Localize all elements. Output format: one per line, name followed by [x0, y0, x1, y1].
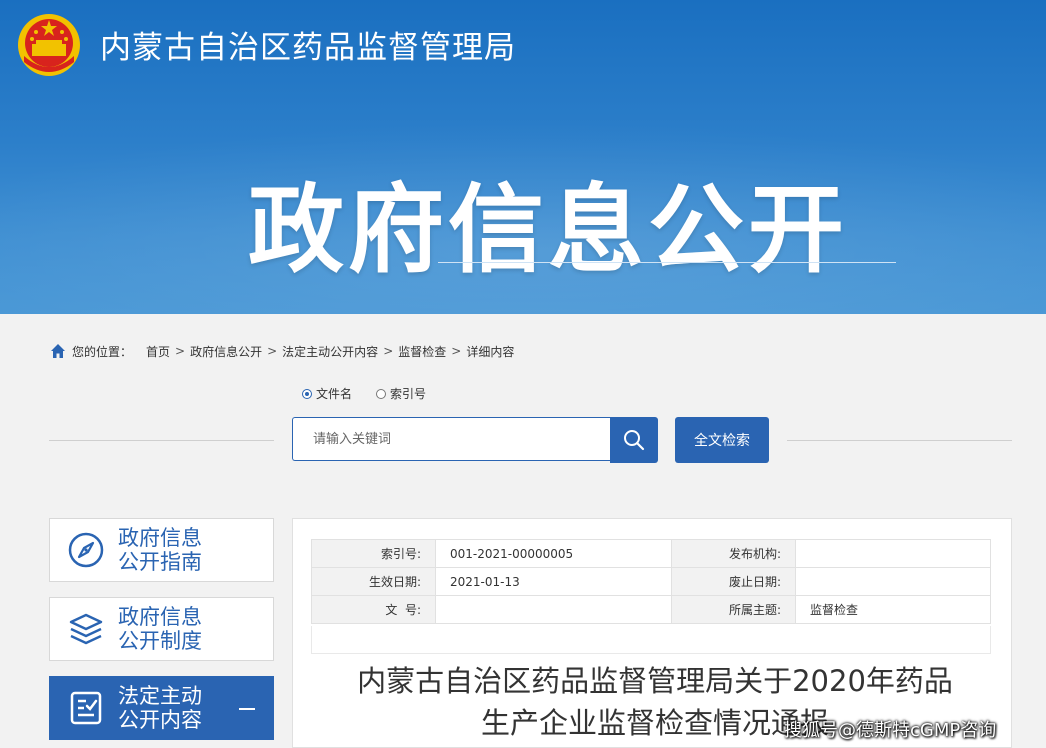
radio-filename-dot[interactable] [302, 388, 312, 399]
breadcrumb-current: 详细内容 [466, 344, 515, 359]
sidebar-item-guide[interactable]: 政府信息 公开指南 [49, 518, 274, 582]
breadcrumb-gov-info[interactable]: 政府信息公开 [190, 343, 262, 360]
search-box [292, 417, 610, 461]
fulltext-search-button[interactable]: 全文检索 [675, 417, 769, 463]
radio-filename[interactable]: 文件名 [302, 385, 352, 402]
hero-title: 政府信息公开 [248, 174, 848, 286]
meta-key: 生效日期: [311, 567, 436, 596]
site-title: 内蒙古自治区药品监督管理局 [100, 30, 516, 66]
breadcrumb: 您的位置： 首页 > 政府信息公开 > 法定主动公开内容 > 监督检查 > 详细… [50, 342, 514, 360]
meta-value-publisher [795, 539, 991, 568]
meta-key: 文 号: [311, 595, 436, 624]
meta-key: 所属主题: [671, 595, 796, 624]
document-check-icon [70, 691, 102, 725]
breadcrumb-separator: > [383, 344, 394, 358]
meta-key: 发布机构: [671, 539, 796, 568]
sidebar-item-statutory[interactable]: 法定主动 公开内容 [49, 676, 274, 740]
search-type-radios: 文件名 索引号 [302, 385, 450, 402]
search-button[interactable] [610, 417, 658, 463]
table-row: 索引号: 001-2021-00000005 发布机构: [311, 539, 991, 568]
sidebar-item-label: 法定主动 公开内容 [118, 684, 202, 732]
hero-underline [438, 262, 896, 263]
meta-value-effective-date: 2021-01-13 [435, 567, 672, 596]
meta-value-index-no: 001-2021-00000005 [435, 539, 672, 568]
breadcrumb-statutory[interactable]: 法定主动公开内容 [282, 343, 378, 360]
hero-banner: 内蒙古自治区药品监督管理局 政府信息公开 [0, 0, 1046, 314]
search-input[interactable] [293, 418, 603, 460]
sidebar-item-label: 政府信息 公开指南 [118, 526, 202, 574]
radio-filename-label: 文件名 [316, 387, 353, 401]
national-emblem-icon [18, 14, 80, 76]
compass-icon [68, 532, 104, 568]
meta-value-repeal-date [795, 567, 991, 596]
sidebar-item-label: 政府信息 公开制度 [118, 605, 202, 653]
divider-left [49, 440, 274, 441]
breadcrumb-separator: > [267, 344, 278, 358]
meta-table-footer [311, 626, 991, 654]
home-icon[interactable] [50, 343, 66, 359]
breadcrumb-supervision[interactable]: 监督检查 [398, 343, 446, 360]
meta-key: 废止日期: [671, 567, 796, 596]
collapse-icon[interactable] [239, 708, 255, 710]
meta-key: 索引号: [311, 539, 436, 568]
document-meta-table: 索引号: 001-2021-00000005 发布机构: 生效日期: 2021-… [311, 539, 991, 624]
radio-index-no-dot[interactable] [376, 388, 387, 399]
meta-value-doc-no [435, 595, 672, 624]
table-row: 生效日期: 2021-01-13 废止日期: [311, 567, 991, 596]
sidebar-item-system[interactable]: 政府信息 公开制度 [49, 597, 274, 661]
table-row: 文 号: 所属主题: 监督检查 [311, 595, 991, 624]
breadcrumb-label: 您的位置： [72, 344, 133, 359]
radio-index-no-label: 索引号 [390, 387, 427, 401]
breadcrumb-separator: > [451, 344, 462, 358]
search-icon [624, 430, 645, 451]
breadcrumb-separator: > [175, 344, 186, 358]
breadcrumb-home[interactable]: 首页 [146, 343, 170, 360]
watermark: 搜狐号@德斯特cGMP咨询 [784, 720, 997, 741]
divider-right [787, 440, 1012, 441]
radio-index-no[interactable]: 索引号 [376, 385, 426, 402]
meta-value-topic: 监督检查 [795, 595, 991, 624]
layers-icon [69, 613, 103, 645]
